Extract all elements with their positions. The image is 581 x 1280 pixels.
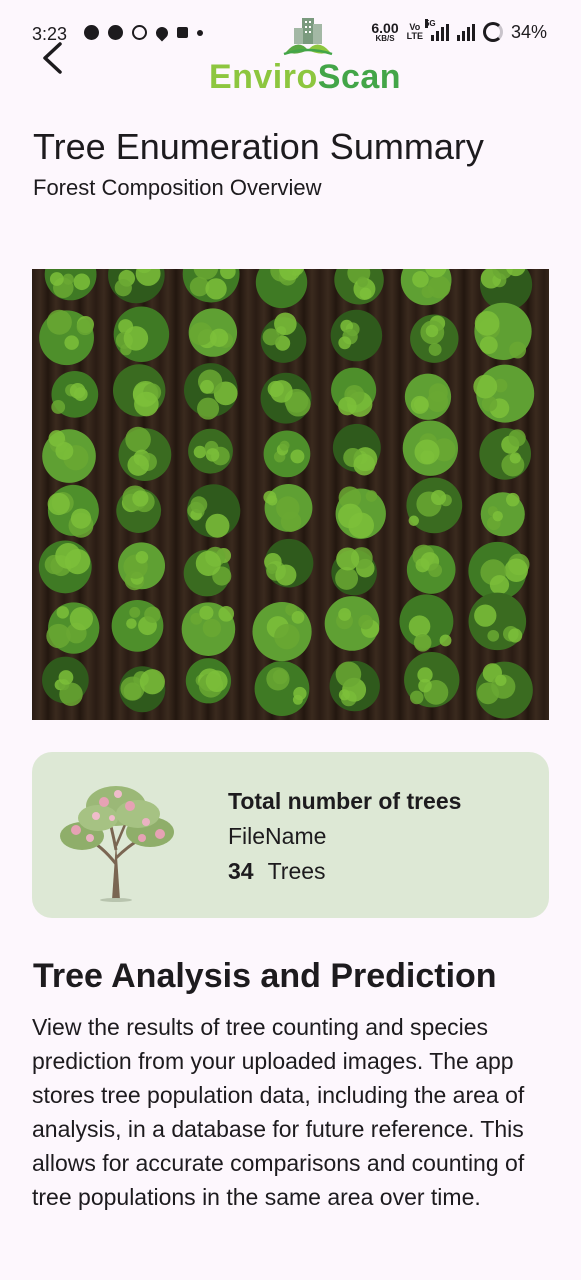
volte-bottom: LTE	[406, 31, 423, 41]
enviroscan-logo-icon	[283, 18, 333, 56]
page-subtitle: Forest Composition Overview	[33, 175, 322, 200]
tree-illustration-icon	[60, 786, 174, 902]
app-name-part2: Scan	[317, 58, 402, 96]
aerial-forest-image	[32, 269, 549, 720]
app-name: EnviroScan	[205, 58, 405, 97]
signal-icon	[456, 23, 475, 41]
back-button[interactable]	[40, 40, 66, 76]
calendar-icon	[177, 27, 188, 38]
section-title: Tree Analysis and Prediction	[33, 957, 497, 995]
more-notifications-icon	[197, 29, 203, 36]
app-name-part1: Enviro	[208, 58, 318, 96]
tree-count-unit: Trees	[267, 858, 326, 884]
chat-icon	[108, 25, 123, 40]
section-description: View the results of tree counting and sp…	[32, 1014, 525, 1210]
page-title: Tree Enumeration Summary	[33, 126, 484, 167]
app-logo: EnviroScan	[205, 16, 405, 96]
battery-level: 34%	[510, 21, 547, 42]
tree-count: 34 Trees	[228, 858, 326, 885]
location-icon	[153, 24, 171, 41]
chevron-left-icon	[43, 42, 62, 74]
battery-icon	[482, 22, 503, 42]
notification-icons	[84, 24, 203, 41]
volte-icon: Vo LTE	[407, 23, 423, 41]
tree-count-card: Total number of trees FileName 34 Trees	[32, 752, 549, 918]
card-title: Total number of trees	[228, 788, 462, 814]
whatsapp-icon	[132, 25, 147, 40]
signal-5g-icon: 5G	[424, 18, 449, 41]
tree-canopy-rows	[38, 269, 535, 719]
network-type: 5G	[424, 18, 436, 28]
snapchat-icon	[84, 25, 99, 40]
tree-count-value: 34	[228, 858, 254, 884]
file-name: FileName	[228, 823, 327, 849]
